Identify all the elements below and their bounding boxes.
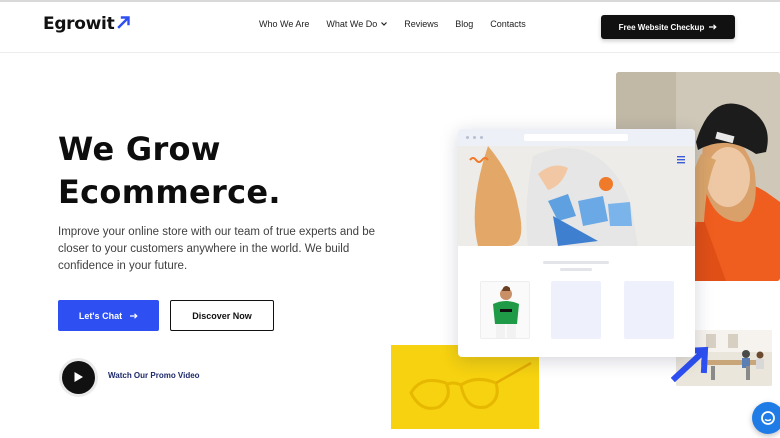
button-label: Let's Chat [78,310,123,321]
chat-widget-button[interactable] [752,402,780,434]
mockup-text-line [560,268,592,271]
photo-sunglasses-yellow [391,345,539,429]
nav-item-label: Contacts [490,19,526,29]
browser-dot [473,136,476,139]
logo-text: Egrowit [43,14,115,34]
hero-title-line: Ecommerce. [58,173,281,211]
mockup-product-card [551,281,601,339]
main-nav: Who We Are What We Do Reviews Blog Conta… [259,19,543,29]
mockup-text-line [543,261,609,264]
hero-title: We Grow Ecommerce. [58,128,378,214]
play-button-circle [61,360,95,394]
nav-item-what-we-do[interactable]: What We Do [326,19,388,29]
header-divider [0,52,780,53]
free-website-checkup-button[interactable]: Free Website Checkup [601,15,735,39]
mockup-url-bar [524,134,628,141]
mockup-browser-bar [458,129,695,146]
logo[interactable]: Egrowit [43,14,131,34]
nav-item-label: Reviews [404,19,439,29]
mockup-hero-illustration [458,146,695,246]
lets-chat-button[interactable]: Let's Chat [58,300,159,331]
promo-video-play-button[interactable] [58,359,98,395]
product-person-illustration [481,282,529,338]
cta-label: Free Website Checkup [618,22,705,32]
promo-video-link[interactable]: Watch Our Promo Video [108,371,200,380]
nav-item-who-we-are[interactable]: Who We Are [259,19,309,29]
mockup-product-card [624,281,674,339]
arrow-right-icon [130,312,138,319]
nav-item-label: Blog [455,19,474,29]
nav-item-reviews[interactable]: Reviews [404,19,438,29]
button-label: Discover Now [192,310,252,321]
site-header: Egrowit Who We Are What We Do Reviews Bl… [0,0,780,52]
mockup-product-card [480,281,530,339]
discover-now-button[interactable]: Discover Now [170,300,274,331]
sunglasses-illustration [391,345,539,429]
nav-item-label: Who We Are [259,19,310,29]
chat-icon [761,411,775,425]
play-icon [74,372,83,382]
browser-dot [480,136,483,139]
website-mockup [458,129,695,357]
browser-dot [466,136,469,139]
hamburger-icon [677,156,685,164]
arrow-up-right-icon [117,16,131,29]
nav-item-label: What We Do [326,19,378,29]
hero-title-line: We Grow [58,130,221,168]
nav-item-contacts[interactable]: Contacts [490,19,526,29]
hero-description: Improve your online store with our team … [58,226,376,272]
arrow-right-icon [709,24,717,30]
nav-item-blog[interactable]: Blog [455,19,473,29]
chevron-down-icon [381,22,388,26]
mockup-hero-image [458,146,695,246]
